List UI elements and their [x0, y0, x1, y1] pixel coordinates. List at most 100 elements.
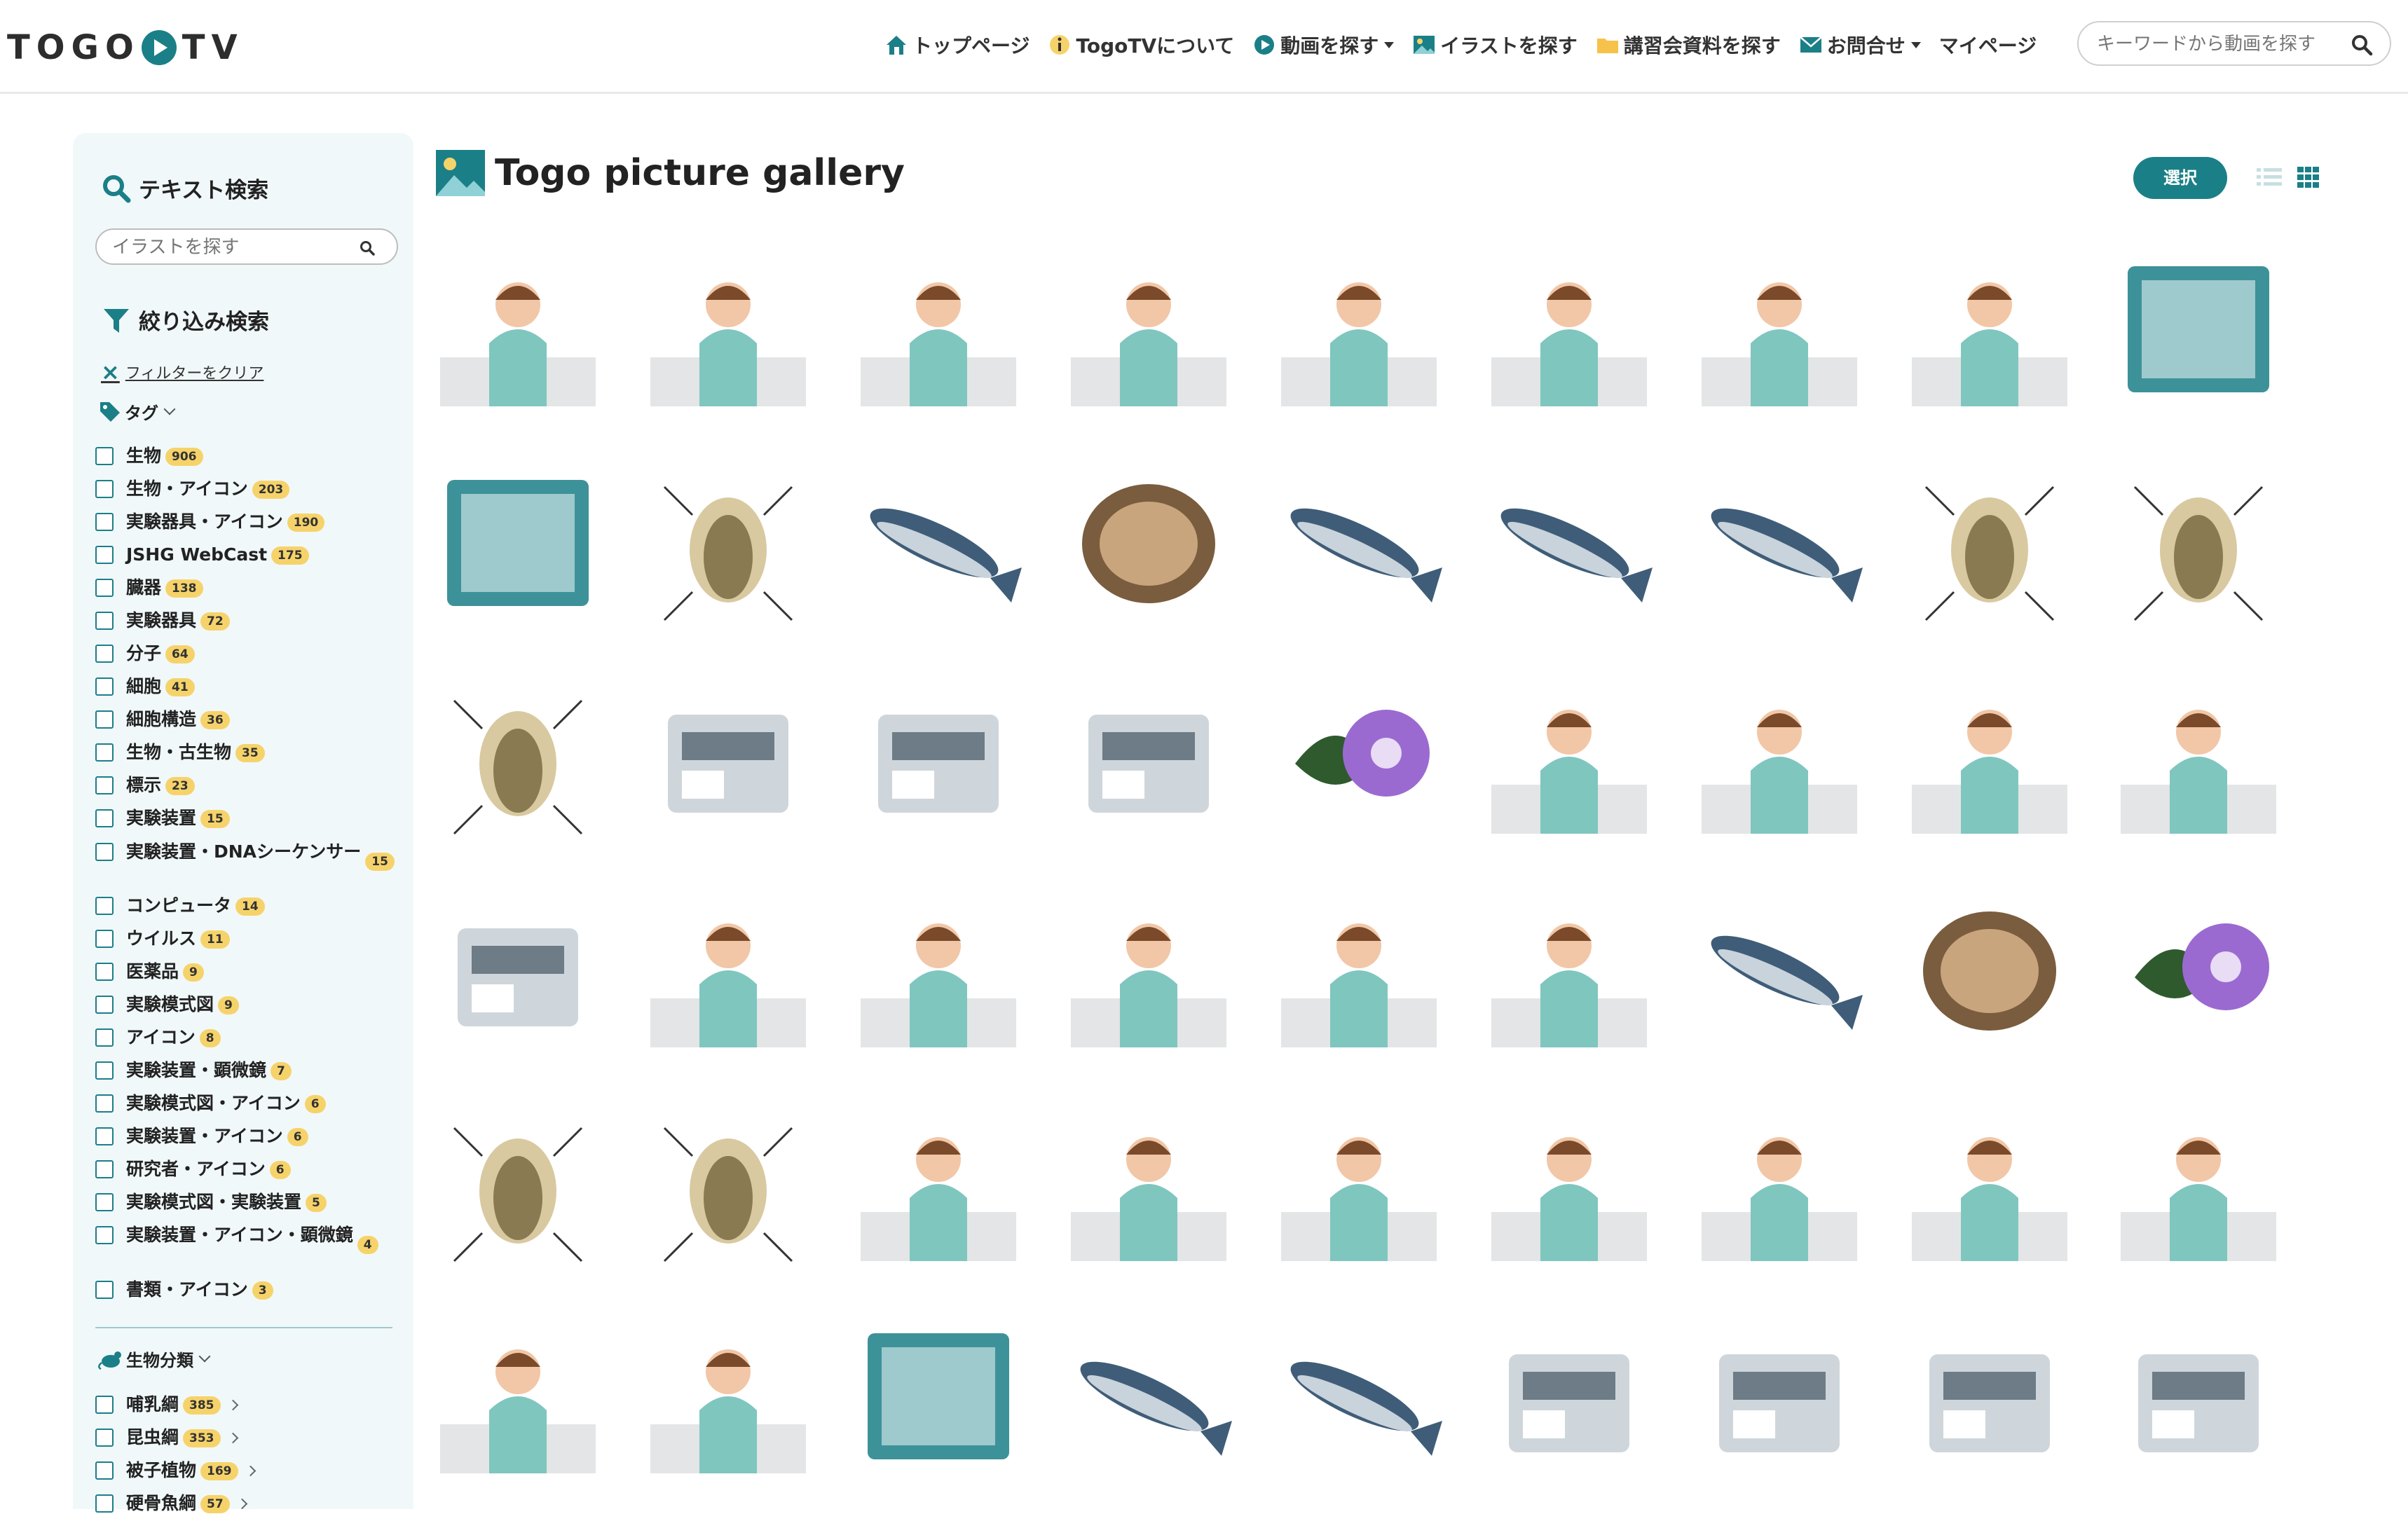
- illustration-incubator-man[interactable]: [1267, 879, 1451, 1063]
- tag-filter-row[interactable]: 研究者・アイコン 6: [95, 1159, 404, 1180]
- checkbox[interactable]: [95, 1281, 114, 1299]
- illustration-incubator-woman[interactable]: [1477, 879, 1661, 1063]
- clear-filter-link[interactable]: × フィルターをクリア: [101, 359, 264, 385]
- illustration-thermal-block[interactable]: [2107, 1305, 2290, 1489]
- nav-videos[interactable]: 動画を探す: [1252, 27, 1395, 63]
- illustration-centrifuge-woman[interactable]: [1057, 879, 1240, 1063]
- illustration-search[interactable]: [95, 228, 398, 265]
- illustration-uv-transilluminator[interactable]: [1688, 1305, 1871, 1489]
- checkbox[interactable]: [95, 710, 114, 729]
- checkbox[interactable]: [95, 1061, 114, 1080]
- grid-view-icon[interactable]: [2297, 167, 2320, 188]
- illustration-aphid-insect[interactable]: [636, 452, 820, 635]
- illustration-microscope-researcher[interactable]: [1898, 238, 2081, 422]
- nav-materials[interactable]: 講習会資料を探す: [1596, 27, 1781, 63]
- illustration-stink-bug[interactable]: [636, 1093, 820, 1276]
- illustration-hospital-bed-patient[interactable]: [1477, 1093, 1661, 1276]
- illustration-dialysis-bed-patient[interactable]: [2107, 1093, 2290, 1276]
- checkbox[interactable]: [95, 809, 114, 827]
- header-search[interactable]: [2077, 21, 2391, 66]
- illustration-protective-gown-figure[interactable]: [636, 238, 820, 422]
- tag-filter-row[interactable]: 実験模式図・実験装置 5: [95, 1192, 404, 1213]
- chevron-right-icon[interactable]: [245, 1465, 256, 1477]
- taxon-filter-row[interactable]: 硬骨魚綱 57: [95, 1493, 404, 1514]
- checkbox[interactable]: [95, 513, 114, 531]
- illustration-squid[interactable]: [1477, 452, 1661, 635]
- checkbox[interactable]: [95, 1127, 114, 1145]
- illustration-infant-incubator-nurse[interactable]: [847, 238, 1030, 422]
- illustration-moth[interactable]: [1898, 452, 2081, 635]
- illustration-pipetting-researcher[interactable]: [1688, 238, 1871, 422]
- tag-filter-row[interactable]: 実験装置・DNAシーケンサー 15: [95, 841, 404, 871]
- illustration-gel-electrophoresis-woman[interactable]: [2107, 666, 2290, 849]
- chevron-right-icon[interactable]: [227, 1432, 238, 1444]
- illustration-gel-electrophoresis-man[interactable]: [1898, 666, 2081, 849]
- illustration-pcr-machine-man[interactable]: [1477, 666, 1661, 849]
- tag-filter-row[interactable]: 生物 906: [95, 446, 404, 467]
- checkbox[interactable]: [95, 963, 114, 981]
- tag-filter-row[interactable]: 実験器具・アイコン 190: [95, 511, 404, 532]
- illustration-hawk-moth[interactable]: [426, 666, 610, 849]
- tag-filter-row[interactable]: 細胞 41: [95, 676, 404, 697]
- tag-filter-row[interactable]: JSHG WebCast 175: [95, 544, 404, 565]
- tag-filter-row[interactable]: 分子 64: [95, 643, 404, 664]
- checkbox[interactable]: [95, 1396, 114, 1414]
- illustration-iv-drip-patient-2[interactable]: [1057, 1093, 1240, 1276]
- checkbox[interactable]: [95, 546, 114, 564]
- illustration-pipette[interactable]: [1898, 1305, 2081, 1489]
- illustration-endocrine-organs[interactable]: [636, 1305, 820, 1489]
- search-icon[interactable]: [359, 240, 376, 256]
- tag-filter-row[interactable]: 細胞構造 36: [95, 709, 404, 730]
- checkbox[interactable]: [95, 897, 114, 915]
- illustration-scallop[interactable]: [1057, 452, 1240, 635]
- tag-filter-row[interactable]: 実験模式図・アイコン 6: [95, 1093, 404, 1114]
- taxon-group-toggle[interactable]: 生物分類: [98, 1347, 211, 1371]
- illustration-protective-suit-figure[interactable]: [426, 238, 610, 422]
- illustration-infant-incubator-nurse-2[interactable]: [1057, 238, 1240, 422]
- illustration-iv-drip-patient[interactable]: [847, 1093, 1030, 1276]
- tag-filter-row[interactable]: ウイルス 11: [95, 928, 404, 949]
- header-search-input[interactable]: [2097, 31, 2342, 57]
- taxon-filter-row[interactable]: 哺乳綱 385: [95, 1394, 404, 1415]
- list-view-icon[interactable]: [2257, 167, 2282, 188]
- tag-filter-row[interactable]: 実験装置・顕微鏡 7: [95, 1060, 404, 1081]
- illustration-blood-pressure-monitor[interactable]: [426, 879, 610, 1063]
- tag-filter-row[interactable]: 実験装置・アイコン 6: [95, 1126, 404, 1147]
- nav-mypage[interactable]: マイページ: [1939, 27, 2037, 63]
- site-logo[interactable]: TOGO TV: [7, 25, 244, 70]
- checkbox[interactable]: [95, 996, 114, 1014]
- select-button[interactable]: 選択: [2133, 157, 2227, 199]
- taxon-filter-row[interactable]: 被子植物 169: [95, 1460, 404, 1481]
- checkbox[interactable]: [95, 743, 114, 762]
- illustration-pulse-oximeter-finger[interactable]: [636, 879, 820, 1063]
- illustration-oyster[interactable]: [1898, 879, 2081, 1063]
- illustration-salmon[interactable]: [1267, 1305, 1451, 1489]
- taxon-filter-row[interactable]: 昆虫綱 353: [95, 1427, 404, 1448]
- illustration-yellowtail-fish[interactable]: [1267, 452, 1451, 635]
- checkbox[interactable]: [95, 930, 114, 948]
- illustration-cell-texture[interactable]: [847, 1305, 1030, 1489]
- checkbox[interactable]: [95, 1461, 114, 1480]
- nav-contact[interactable]: お問合せ: [1799, 27, 1921, 63]
- illustration-needle[interactable]: [1057, 666, 1240, 849]
- tag-filter-row[interactable]: 医薬品 9: [95, 961, 404, 982]
- tag-filter-row[interactable]: 実験模式図 9: [95, 994, 404, 1015]
- tag-filter-row[interactable]: 生物・アイコン 203: [95, 479, 404, 500]
- nav-illustrations[interactable]: イラストを探す: [1412, 27, 1578, 63]
- checkbox[interactable]: [95, 1226, 114, 1244]
- checkbox[interactable]: [95, 447, 114, 465]
- tag-filter-row[interactable]: 生物・古生物 35: [95, 742, 404, 763]
- illustration-forceps[interactable]: [847, 666, 1030, 849]
- illustration-dialysis-bed-patient-2[interactable]: [426, 1305, 610, 1489]
- illustration-morning-glory[interactable]: [1267, 666, 1451, 849]
- checkbox[interactable]: [95, 612, 114, 630]
- illustration-white-moth[interactable]: [426, 1093, 610, 1276]
- checkbox[interactable]: [95, 1494, 114, 1513]
- checkbox[interactable]: [95, 776, 114, 794]
- illustration-server-rack[interactable]: [2107, 238, 2290, 422]
- illustration-microplate[interactable]: [426, 452, 610, 635]
- illustration-tuna-fish[interactable]: [1688, 879, 1871, 1063]
- illustration-centrifuge-man[interactable]: [847, 879, 1030, 1063]
- tag-filter-row[interactable]: 実験器具 72: [95, 610, 404, 631]
- illustration-hospital-bed-patient-2[interactable]: [1688, 1093, 1871, 1276]
